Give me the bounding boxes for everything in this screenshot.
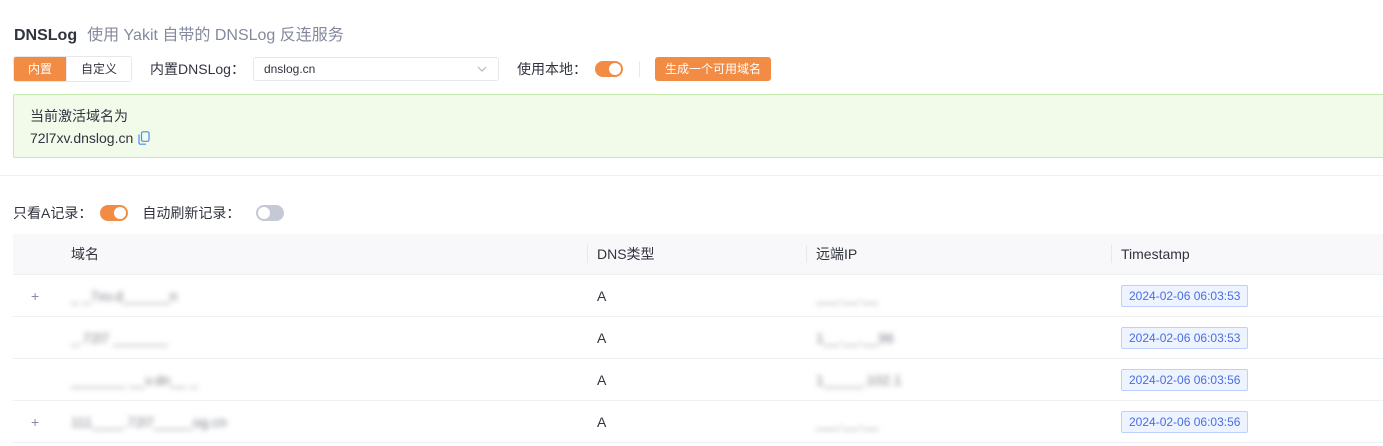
row-dns-type: A xyxy=(597,287,607,304)
generate-domain-button[interactable]: 生成一个可用域名 xyxy=(654,57,771,81)
expand-column-header xyxy=(13,234,63,274)
page-header: DNSLog 使用 Yakit 自带的 DNSLog 反连服务 xyxy=(14,21,344,44)
table-row[interactable]: _______ __v.dn__ _ A 1_____.102.1 2024-0… xyxy=(13,359,1383,401)
page-title: DNSLog xyxy=(14,27,78,44)
row-domain: _______ __v.dn__ _ xyxy=(71,371,198,388)
row-timestamp-tag: 2024-02-06 06:03:53 xyxy=(1121,326,1249,349)
chevron-down-icon xyxy=(477,66,487,72)
row-remote-ip: ___.__.__ xyxy=(816,413,879,430)
row-remote-ip: ___.__.__ xyxy=(816,287,879,304)
table-row[interactable]: _.72l7 _______ A 1__.__.__96 2024-02-06 … xyxy=(13,317,1383,359)
only-a-record-toggle[interactable] xyxy=(100,205,129,221)
row-remote-ip: 1__.__.__96 xyxy=(816,329,894,346)
dnslog-select-value: dnslog.cn xyxy=(263,62,316,76)
row-dns-type: A xyxy=(597,413,607,430)
use-local-toggle[interactable] xyxy=(594,61,623,77)
row-timestamp-tag: 2024-02-06 06:03:56 xyxy=(1121,410,1249,433)
column-header-remote-ip[interactable]: 远端IP xyxy=(806,234,1111,274)
toolbar-divider xyxy=(638,61,640,77)
builtin-dnslog-label: 内置DNSLog： xyxy=(150,61,245,77)
row-timestamp-tag: 2024-02-06 06:03:53 xyxy=(1121,284,1249,307)
auto-refresh-label: 自动刷新记录： xyxy=(142,205,241,221)
table-header: 域名 DNS类型 远端IP Timestamp xyxy=(13,234,1383,275)
toolbar: 内置 自定义 内置DNSLog： dnslog.cn 使用本地： 生成一个可用域… xyxy=(13,56,771,82)
filter-bar: 只看A记录： 自动刷新记录： xyxy=(13,204,285,222)
row-dns-type: A xyxy=(597,371,607,388)
page-subtitle: 使用 Yakit 自带的 DNSLog 反连服务 xyxy=(87,27,344,44)
row-dns-type: A xyxy=(597,329,607,346)
toggle-knob xyxy=(114,207,127,219)
row-domain: _.72l7 _______ xyxy=(71,329,168,346)
use-local-label: 使用本地： xyxy=(516,61,587,77)
row-timestamp-tag: 2024-02-06 06:03:56 xyxy=(1121,368,1249,391)
dnslog-select[interactable]: dnslog.cn xyxy=(252,57,499,81)
mode-segmented-control: 内置 自定义 xyxy=(13,56,133,82)
copy-icon[interactable] xyxy=(138,131,150,145)
table-row[interactable]: + _ _7xv.d______n A ___.__.__ 2024-02-06… xyxy=(13,275,1383,317)
active-domain-label: 当前激活域名为 xyxy=(30,108,128,124)
active-domain-value: 72l7xv.dnslog.cn xyxy=(30,130,134,146)
expand-row-icon[interactable]: + xyxy=(31,414,39,430)
column-header-dns-type[interactable]: DNS类型 xyxy=(587,234,806,274)
active-domain-row: 72l7xv.dnslog.cn xyxy=(30,129,1372,147)
section-divider xyxy=(0,175,1383,176)
active-domain-alert: 当前激活域名为 72l7xv.dnslog.cn xyxy=(13,94,1383,158)
column-header-timestamp[interactable]: Timestamp xyxy=(1111,234,1383,274)
dns-records-table: 域名 DNS类型 远端IP Timestamp + _ _7xv.d______… xyxy=(13,234,1383,443)
mode-builtin-button[interactable]: 内置 xyxy=(14,57,67,81)
row-remote-ip: 1_____.102.1 xyxy=(816,371,902,388)
expand-row-icon[interactable]: + xyxy=(31,288,39,304)
row-domain: _ _7xv.d______n xyxy=(71,287,178,304)
toggle-knob xyxy=(608,63,621,75)
toggle-knob xyxy=(258,207,271,219)
column-header-domain[interactable]: 域名 xyxy=(63,234,587,274)
auto-refresh-toggle[interactable] xyxy=(256,205,285,221)
only-a-record-label: 只看A记录： xyxy=(13,205,93,221)
mode-custom-button[interactable]: 自定义 xyxy=(66,57,132,81)
table-row[interactable]: + 111____.72l7_____og.cn A ___.__.__ 202… xyxy=(13,401,1383,443)
row-domain: 111____.72l7_____og.cn xyxy=(71,413,227,430)
